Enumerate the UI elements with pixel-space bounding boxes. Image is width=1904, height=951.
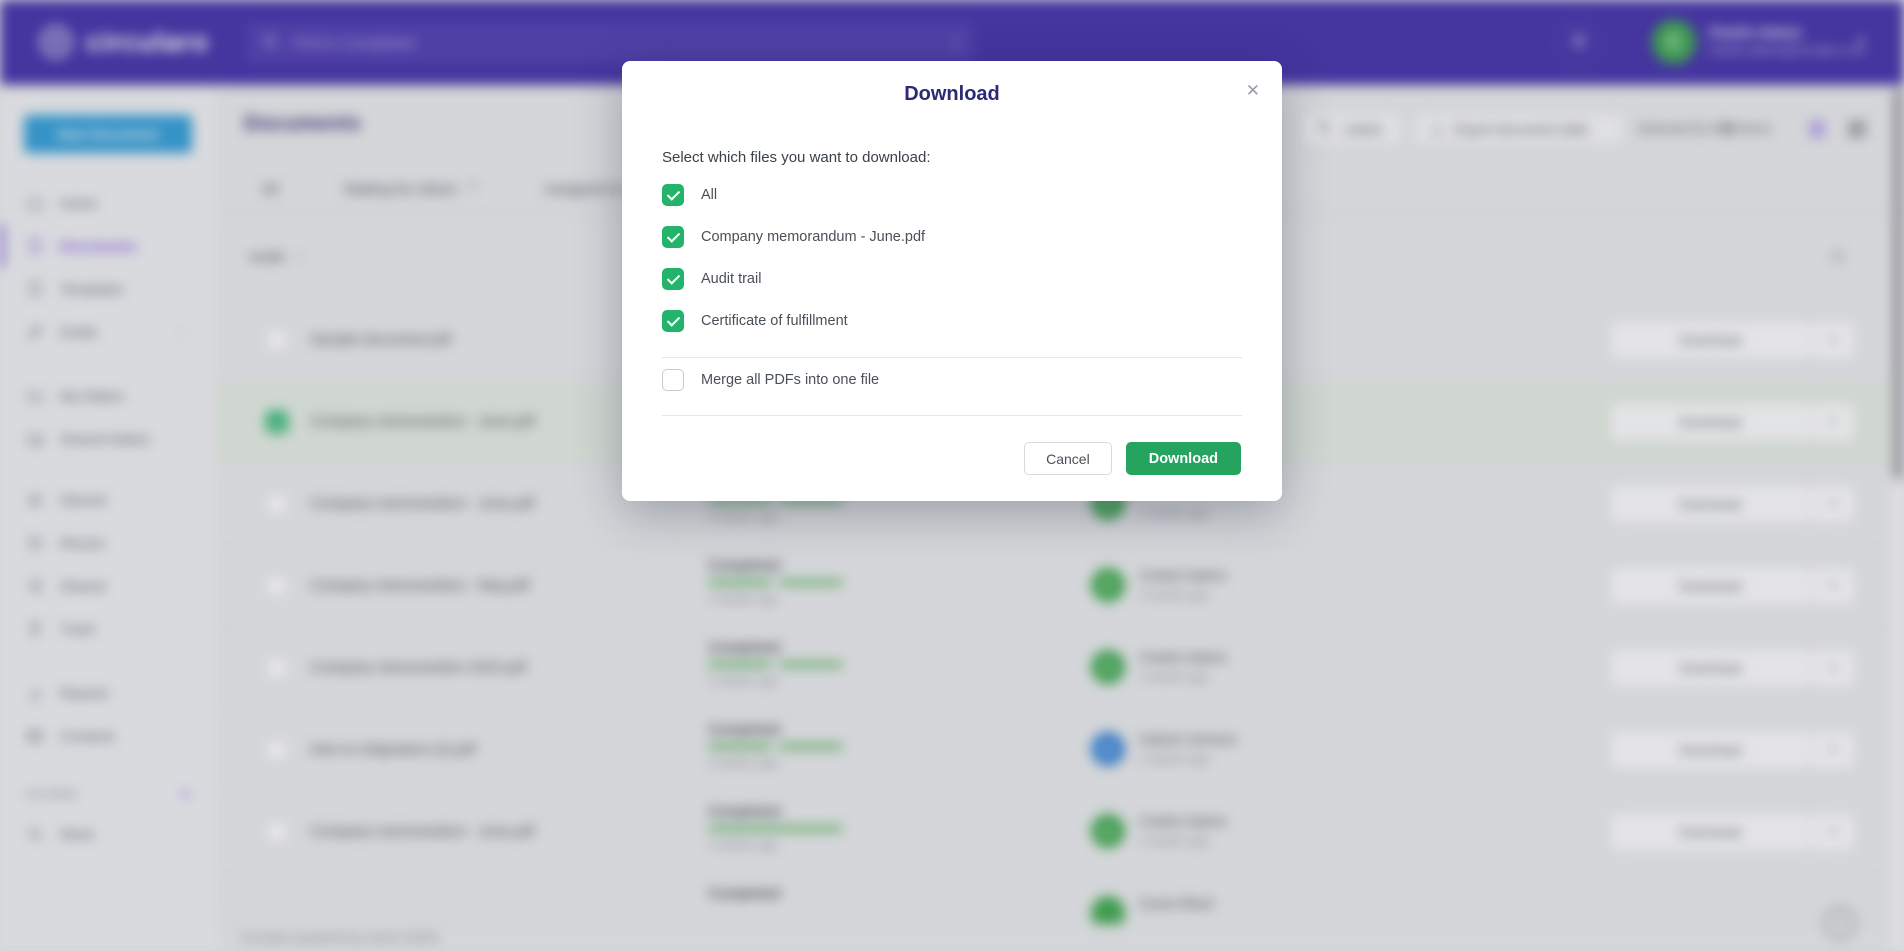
modal-divider bbox=[662, 415, 1242, 416]
modal-actions: Cancel Download bbox=[1024, 442, 1241, 475]
option-label: All bbox=[701, 187, 717, 203]
option-label: Audit trail bbox=[701, 271, 761, 287]
option-label: Certificate of fulfillment bbox=[701, 313, 848, 329]
download-option-row[interactable]: Audit trail bbox=[662, 258, 1242, 300]
option-checkbox[interactable] bbox=[662, 184, 684, 206]
option-label: Company memorandum - June.pdf bbox=[701, 229, 925, 245]
modal-title: Download bbox=[622, 83, 1282, 106]
option-checkbox[interactable] bbox=[662, 310, 684, 332]
app-screen: circularo C Charlie bbox=[0, 0, 1904, 951]
option-checkbox[interactable] bbox=[662, 268, 684, 290]
merge-checkbox[interactable] bbox=[662, 369, 684, 391]
option-checkbox[interactable] bbox=[662, 226, 684, 248]
download-button[interactable]: Download bbox=[1126, 442, 1241, 475]
close-icon[interactable] bbox=[1246, 81, 1260, 101]
download-option-row[interactable]: Company memorandum - June.pdf bbox=[662, 216, 1242, 258]
cancel-button[interactable]: Cancel bbox=[1024, 442, 1112, 475]
merge-option-row[interactable]: Merge all PDFs into one file bbox=[662, 359, 879, 401]
download-options-list: All Company memorandum - June.pdf Audit … bbox=[662, 174, 1242, 342]
modal-prompt: Select which files you want to download: bbox=[662, 149, 930, 166]
download-modal: Download Select which files you want to … bbox=[622, 61, 1282, 501]
merge-label: Merge all PDFs into one file bbox=[701, 372, 879, 388]
download-option-row[interactable]: All bbox=[662, 174, 1242, 216]
download-option-row[interactable]: Certificate of fulfillment bbox=[662, 300, 1242, 342]
modal-divider bbox=[662, 357, 1242, 358]
